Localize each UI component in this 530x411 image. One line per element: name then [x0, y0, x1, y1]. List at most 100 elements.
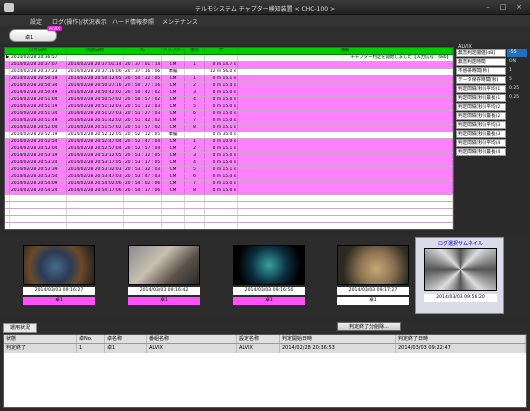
- log-row[interactable]: [5, 223, 453, 229]
- menu-settings[interactable]: 設定: [30, 17, 42, 26]
- setting-value: 0.25: [509, 86, 520, 91]
- cell-number: 8: [185, 125, 205, 131]
- log-row[interactable]: 2014/02/28 20:54:09 2014/02/28 20:54:02:0…: [5, 181, 453, 188]
- log-row[interactable]: 2014/02/28 20:53:19 2014/02/28 20:53:12:0…: [5, 153, 453, 160]
- thumbnail-3[interactable]: 2014/03/03 09:16:56 卓1: [230, 242, 308, 314]
- selected-thumbnail-image: [424, 248, 497, 291]
- cell-notice: チャプター判定を開始しました【入力信号：480】: [238, 55, 453, 61]
- log-row[interactable]: [5, 195, 453, 202]
- setting-row[interactable]: 判定間隔[秒](平均)1 0.25: [456, 85, 528, 94]
- col-log-time[interactable]: ログ日時: [10, 48, 67, 54]
- log-row[interactable]: 2014/02/28 20:50:19 2014/02/28 20:50:12:0…: [5, 76, 453, 83]
- console-tab[interactable]: 卓1 ALVIX: [9, 26, 62, 42]
- setting-label: 判定間隔[秒](最長)1: [456, 94, 506, 102]
- toolbar: 卓1 ALVIX: [0, 26, 530, 44]
- cell-length: 0 m 15.0 s: [205, 153, 238, 159]
- setting-row[interactable]: データ保存時間[秒] 5: [456, 76, 528, 85]
- log-row[interactable]: 2014/02/28 20:51:49 2014/02/28 20:51:42:0…: [5, 118, 453, 125]
- menu-log-status[interactable]: ログ(操作)/状況表示: [52, 17, 107, 26]
- col-length[interactable]: 尺: [205, 48, 238, 54]
- setting-value: [507, 130, 527, 138]
- minimize-button[interactable]: –: [482, 3, 494, 11]
- log-row[interactable]: 2014/02/28 20:37:23 2014/02/28 20:37:16:0…: [5, 69, 453, 76]
- delete-finished-button[interactable]: 判定終了分削除...: [337, 322, 401, 331]
- setting-row[interactable]: 判定間隔[秒](最長)4: [456, 148, 528, 157]
- col-internal-time[interactable]: 内部日時: [67, 48, 124, 54]
- thumbnail-4[interactable]: 2014/03/03 09:17:27 卓1: [334, 242, 412, 314]
- setting-row[interactable]: 判定間隔[秒](平均)3: [456, 121, 528, 130]
- log-row[interactable]: ▶ 2014/02/28 20:36:57 チャプター判定を開始しました【入力信号：…: [5, 55, 453, 62]
- status-row[interactable]: 判定終了 1 卓1 ALVIX ALVIX 2014/02/28 20:36:5…: [4, 344, 526, 353]
- cell-timecode: 20 : 54 : 02 : 06: [125, 181, 162, 187]
- cell-internal-time: 2014/02/28 20:50:27:16: [67, 83, 124, 89]
- log-row[interactable]: 2014/02/28 20:52:04 2014/02/28 20:51:57:0…: [5, 125, 453, 132]
- log-row[interactable]: 2014/02/28 20:50:34 2014/02/28 20:50:27:1…: [5, 83, 453, 90]
- cell-timecode: 20 : 51 : 42 : 02: [125, 118, 162, 124]
- menu-maintenance[interactable]: メンテナンス: [162, 17, 198, 26]
- col-program-name[interactable]: 番組名称: [147, 335, 237, 343]
- setting-row[interactable]: 無音判定閾値[dB] -55: [456, 49, 528, 58]
- console-tab-label: 卓1: [25, 35, 34, 41]
- cell-chapter: CM: [162, 76, 185, 82]
- log-row[interactable]: 2014/02/28 20:53:39 2014/02/28 20:53:32:0…: [5, 167, 453, 174]
- setting-row[interactable]: 判定間隔[秒](平均)2: [456, 103, 528, 112]
- col-setting-name[interactable]: 設定名称: [237, 335, 280, 343]
- col-notice[interactable]: 通知: [238, 48, 453, 54]
- cell-timecode: 20 : 53 : 12 : 05: [125, 153, 162, 159]
- cell-notice: [238, 111, 453, 117]
- cell-notice: [238, 132, 453, 138]
- maximize-button[interactable]: □: [497, 3, 509, 11]
- log-row[interactable]: 2014/02/28 20:53:04 2014/02/28 20:52:57:0…: [5, 146, 453, 153]
- status-grid: 状態 卓No. 卓名称 番組名称 設定名称 判定開始日時 判定終了日時 判定終了…: [3, 334, 527, 408]
- col-state[interactable]: 状態: [4, 335, 77, 343]
- col-chapter[interactable]: チャプター: [162, 48, 185, 54]
- setting-row[interactable]: 判定間隔[秒](最長)3: [456, 130, 528, 139]
- cell-timecode: 20 : 50 : 42 : 02: [125, 90, 162, 96]
- cell-internal-time: [67, 216, 124, 222]
- cell-internal-time: 2014/02/28 20:52:12:05: [67, 132, 124, 138]
- cell-number: [185, 209, 205, 215]
- log-row[interactable]: 2014/02/28 20:51:04 2014/02/28 20:50:57:0…: [5, 97, 453, 104]
- setting-row[interactable]: 判定間隔[秒](最長)2: [456, 112, 528, 121]
- log-row[interactable]: [5, 209, 453, 216]
- log-row[interactable]: 2014/02/28 20:51:34 2014/02/28 20:51:27:0…: [5, 111, 453, 118]
- setting-label: 判定間隔[秒](最長)3: [456, 130, 506, 138]
- log-row[interactable]: 2014/02/28 20:53:54 2014/02/28 20:53:47:0…: [5, 174, 453, 181]
- setting-label: 判定間隔[秒](最長)2: [456, 112, 506, 120]
- setting-row[interactable]: 判定間隔[秒](平均)4: [456, 139, 528, 148]
- col-console-no[interactable]: 卓No.: [77, 335, 105, 343]
- log-row[interactable]: 2014/02/28 20:52:19 2014/02/28 20:52:12:0…: [5, 132, 453, 139]
- thumbnail-1[interactable]: 2014/03/03 09:16:27 卓1: [20, 242, 98, 314]
- setting-row[interactable]: 判定間隔[秒](最長)1 0.25: [456, 94, 528, 103]
- setting-value: 1: [509, 68, 512, 73]
- log-row[interactable]: 2014/02/28 20:37:07 2014/02/28 20:37:01:1…: [5, 62, 453, 69]
- log-row[interactable]: 2014/02/28 20:52:54 2014/02/28 20:52:47:0…: [5, 139, 453, 146]
- log-row[interactable]: [5, 202, 453, 209]
- cell-timecode: 20 : 37 : 16 : 06: [125, 69, 162, 75]
- setting-row[interactable]: 無音判定時間 ON: [456, 58, 528, 67]
- cell-timecode: [124, 216, 162, 222]
- cell-notice: [238, 209, 453, 215]
- settings-panel-title: ALVIX: [458, 44, 472, 50]
- menu-hardware-info[interactable]: ハード情報参照: [112, 17, 154, 26]
- cell-timecode: 20 : 51 : 57 : 02: [125, 125, 162, 131]
- close-button[interactable]: ×: [513, 3, 525, 11]
- log-row[interactable]: 2014/02/28 20:54:24 2014/02/28 20:54:17:0…: [5, 188, 453, 195]
- setting-label: 無音判定閾値[dB]: [456, 49, 506, 57]
- col-end-time[interactable]: 判定終了日時: [396, 335, 526, 343]
- cell-chapter: CM: [162, 62, 185, 68]
- cell-length: 0 m 15.1 s: [205, 76, 238, 82]
- tab-operation-status[interactable]: 運用状況: [3, 323, 37, 333]
- cell-chapter: [162, 223, 185, 229]
- log-row[interactable]: 2014/02/28 20:50:49 2014/02/28 20:50:42:0…: [5, 90, 453, 97]
- col-console-name[interactable]: 卓名称: [105, 335, 147, 343]
- log-row[interactable]: [5, 216, 453, 223]
- col-start-time[interactable]: 判定開始日時: [280, 335, 396, 343]
- setting-row[interactable]: 不感帯時間[秒] 1: [456, 67, 528, 76]
- col-number[interactable]: 番号: [185, 48, 205, 54]
- log-row[interactable]: 2014/02/28 20:51:19 2014/02/28 20:51:12:0…: [5, 104, 453, 111]
- thumbnail-2[interactable]: 2014/03/03 09:16:42 卓1: [125, 242, 203, 314]
- log-row[interactable]: 2014/02/28 20:53:24 2014/02/28 20:53:17:0…: [5, 160, 453, 167]
- col-tc[interactable]: TC: [124, 48, 162, 54]
- cell-timecode: 20 : 51 : 12 : 03: [125, 104, 162, 110]
